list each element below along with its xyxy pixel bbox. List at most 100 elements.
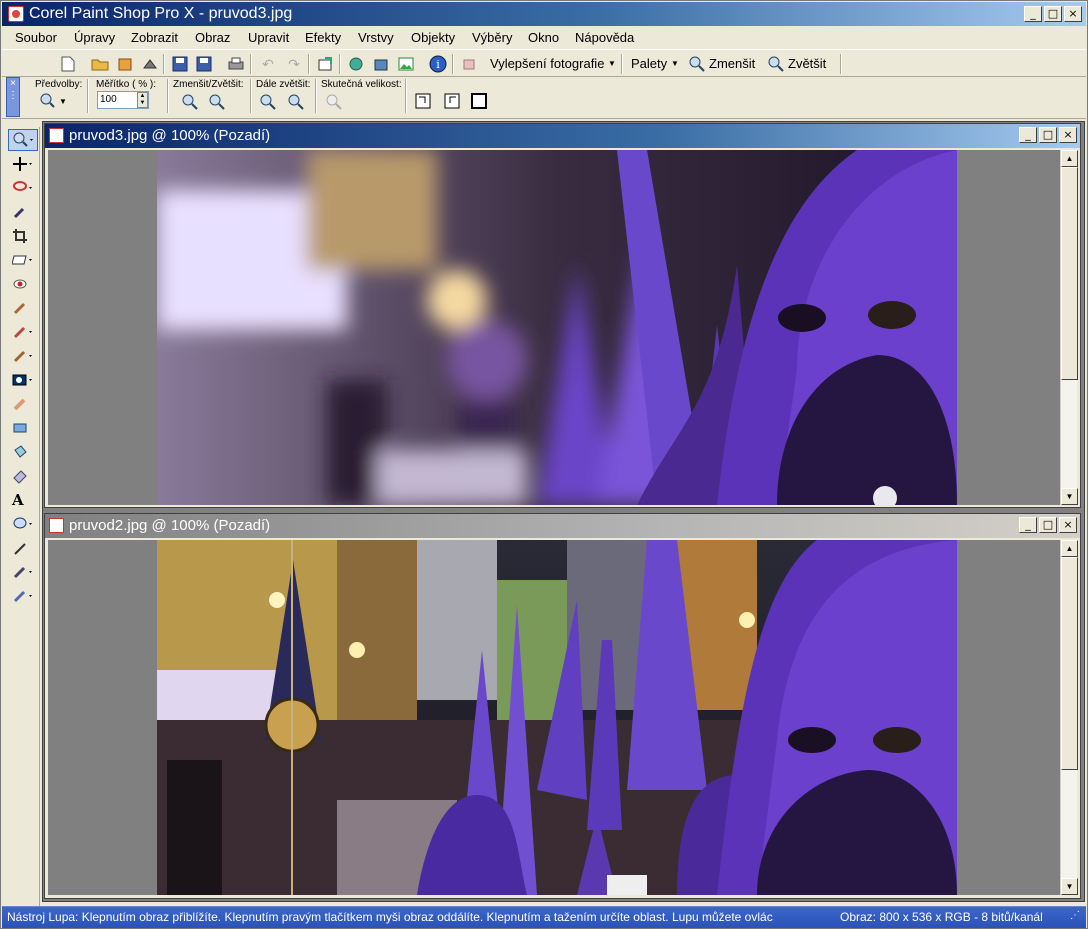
enhance-dropdown-arrow-icon[interactable]: ▼	[608, 59, 616, 68]
scan-icon[interactable]	[140, 54, 160, 74]
menu-soubor[interactable]: Soubor	[15, 30, 57, 45]
import-icon[interactable]	[346, 54, 366, 74]
crop-doc-icon[interactable]	[315, 54, 335, 74]
document-window-pruvod2[interactable]: pruvod2.jpg @ 100% (Pozadí) _ □ × ▲ ▼	[44, 513, 1081, 899]
minimize-button[interactable]: _	[1024, 6, 1042, 22]
image-canvas[interactable]	[48, 540, 1060, 895]
fit-window-icon[interactable]	[413, 91, 433, 111]
menu-obraz[interactable]: Obraz	[195, 30, 230, 45]
actual-size-label: Skutečná velikost:	[321, 79, 402, 90]
new-file-icon[interactable]	[58, 54, 78, 74]
move-tool-icon[interactable]	[8, 153, 38, 175]
document-title: pruvod3.jpg @ 100% (Pozadí)	[69, 127, 271, 144]
scroll-up-icon[interactable]: ▲	[1061, 150, 1078, 167]
zoom-out-more-icon[interactable]	[258, 92, 278, 112]
zoom-out-button[interactable]: Zmenšit	[709, 56, 755, 71]
lasso-tool-icon[interactable]	[8, 177, 38, 199]
menu-vrstvy[interactable]: Vrstvy	[358, 30, 394, 45]
info-icon[interactable]: i	[428, 54, 448, 74]
camera-icon[interactable]	[371, 54, 391, 74]
title-bar[interactable]: Corel Paint Shop Pro X - pruvod3.jpg _ □…	[2, 2, 1086, 26]
document-window-pruvod3[interactable]: pruvod3.jpg @ 100% (Pozadí) _ □ × ▲ ▼	[44, 123, 1081, 508]
fill-tool-icon[interactable]	[8, 441, 38, 463]
mesh-warp-icon[interactable]	[8, 585, 38, 607]
doc-close-button[interactable]: ×	[1059, 517, 1077, 533]
clone-brush-icon[interactable]	[8, 321, 38, 343]
scroll-thumb[interactable]	[1061, 167, 1078, 380]
scroll-thumb[interactable]	[1061, 557, 1078, 770]
menu-upravy[interactable]: Úpravy	[74, 30, 115, 45]
undo-icon[interactable]: ↶	[258, 54, 278, 74]
document-icon	[49, 128, 64, 143]
document-title-bar-inactive[interactable]: pruvod2.jpg @ 100% (Pozadí) _ □ ×	[45, 514, 1080, 538]
doc-minimize-button[interactable]: _	[1019, 517, 1037, 533]
dropper-tool-icon[interactable]	[8, 201, 38, 223]
palettes-dropdown-arrow-icon[interactable]: ▼	[671, 59, 679, 68]
makeover-tool-icon[interactable]	[8, 297, 38, 319]
save-icon[interactable]	[170, 54, 190, 74]
scale-spinner-icon[interactable]: ▲ ▼	[137, 92, 148, 108]
eraser-tool-icon[interactable]	[8, 465, 38, 487]
red-eye-tool-icon[interactable]	[8, 273, 38, 295]
text-tool-icon[interactable]: A	[8, 489, 38, 511]
resize-grip-icon[interactable]: ⋰	[1070, 910, 1080, 921]
status-bar: Nástroj Lupa: Klepnutím obraz přiblížíte…	[2, 906, 1086, 928]
palettes-menu[interactable]: Palety	[631, 56, 667, 71]
fit-image-icon[interactable]	[442, 91, 462, 111]
zoom-in-icon[interactable]	[766, 54, 786, 74]
actual-size-icon[interactable]	[324, 92, 344, 112]
preset-shape-icon[interactable]	[8, 513, 38, 535]
zoom-in-more-icon[interactable]	[286, 92, 306, 112]
close-button[interactable]: ×	[1064, 6, 1082, 22]
document-title-bar[interactable]: pruvod3.jpg @ 100% (Pozadí) _ □ ×	[45, 124, 1080, 148]
doc-close-button[interactable]: ×	[1059, 127, 1077, 143]
image-icon[interactable]	[396, 54, 416, 74]
scroll-down-icon[interactable]: ▼	[1061, 488, 1078, 505]
menu-napoveda[interactable]: Nápověda	[575, 30, 634, 45]
app-window: Corel Paint Shop Pro X - pruvod3.jpg _ □…	[0, 0, 1088, 929]
zoom-out-icon[interactable]	[687, 54, 707, 74]
menu-vybery[interactable]: Výběry	[472, 30, 512, 45]
menu-efekty[interactable]: Efekty	[305, 30, 341, 45]
eraser-icon[interactable]	[459, 54, 479, 74]
background-eraser-icon[interactable]	[8, 417, 38, 439]
vertical-scrollbar[interactable]: ▲ ▼	[1060, 540, 1078, 895]
crop-tool-icon[interactable]	[8, 225, 38, 247]
full-screen-icon[interactable]	[469, 91, 489, 111]
zoom-in-button[interactable]: Zvětšit	[788, 56, 826, 71]
warp-brush-icon[interactable]	[8, 561, 38, 583]
print-icon[interactable]	[226, 54, 246, 74]
doc-maximize-button[interactable]: □	[1039, 127, 1057, 143]
scroll-up-icon[interactable]: ▲	[1061, 540, 1078, 557]
vertical-scrollbar[interactable]: ▲ ▼	[1060, 150, 1078, 505]
zoom-tool-icon[interactable]	[8, 129, 38, 151]
palette-dock-handle[interactable]: × ⋮	[6, 77, 20, 117]
perspective-tool-icon[interactable]	[8, 249, 38, 271]
window-title: Corel Paint Shop Pro X - pruvod3.jpg	[29, 5, 293, 22]
menu-objekty[interactable]: Objekty	[411, 30, 455, 45]
open-folder-icon[interactable]	[90, 54, 110, 74]
dodge-tool-icon[interactable]	[8, 369, 38, 391]
zoom-out-small-icon[interactable]	[180, 92, 200, 112]
pen-tool-icon[interactable]	[8, 537, 38, 559]
standard-toolbar: ↶ ↷ i Vylepšení fotografie ▼ Palety ▼ Zm…	[2, 49, 1086, 77]
more-zoom-label: Dále zvětšit:	[256, 79, 311, 90]
zoom-in-small-icon[interactable]	[207, 92, 227, 112]
doc-minimize-button[interactable]: _	[1019, 127, 1037, 143]
smudge-tool-icon[interactable]	[8, 393, 38, 415]
scroll-down-icon[interactable]: ▼	[1061, 878, 1078, 895]
menu-upravit[interactable]: Upravit	[248, 30, 289, 45]
image-canvas[interactable]	[48, 150, 1060, 505]
presets-magnifier-icon[interactable]	[39, 91, 59, 111]
save-as-icon[interactable]	[194, 54, 214, 74]
menu-okno[interactable]: Okno	[528, 30, 559, 45]
menu-zobrazit[interactable]: Zobrazit	[131, 30, 178, 45]
presets-dropdown-icon[interactable]: ▼	[59, 97, 67, 106]
redo-icon[interactable]: ↷	[284, 54, 304, 74]
paint-brush-icon[interactable]	[8, 345, 38, 367]
maximize-button[interactable]: □	[1044, 6, 1062, 22]
doc-maximize-button[interactable]: □	[1039, 517, 1057, 533]
browse-icon[interactable]	[115, 54, 135, 74]
enhance-photo-menu[interactable]: Vylepšení fotografie	[490, 56, 604, 71]
scale-label: Měřítko ( % ):	[96, 79, 157, 90]
